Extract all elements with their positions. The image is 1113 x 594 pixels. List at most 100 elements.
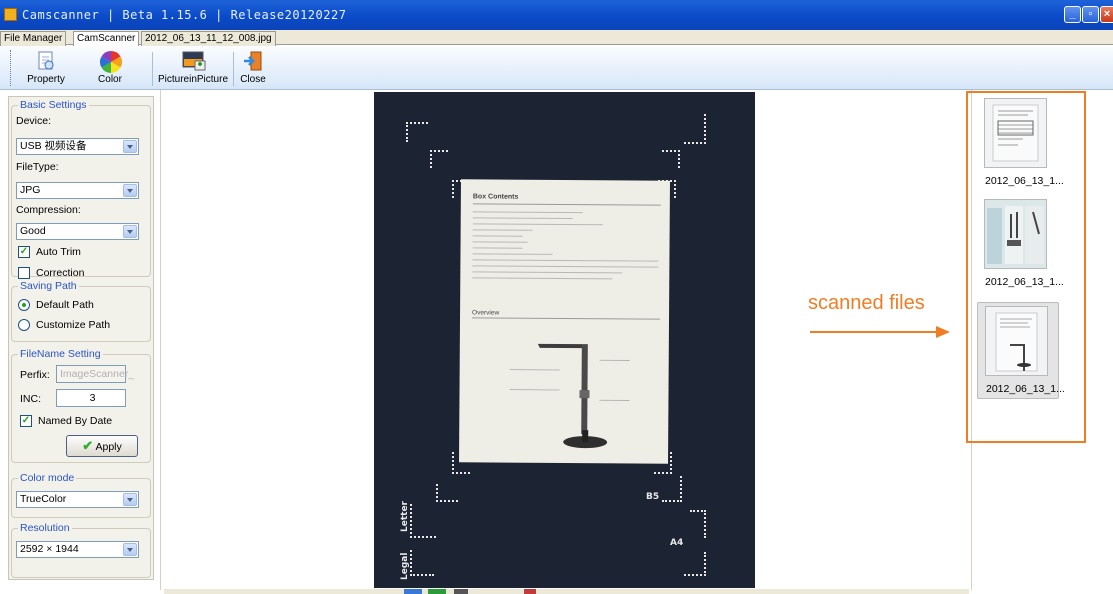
device-select[interactable]: USB 视频设备 — [16, 138, 139, 155]
document-text-line — [472, 277, 613, 280]
document-text-line — [472, 253, 553, 255]
rotate-icon[interactable] — [428, 589, 446, 594]
toolbar-separator — [233, 52, 234, 86]
b5-size-label: B5 — [646, 492, 660, 502]
crop-guide-mark — [430, 150, 448, 168]
apply-label: Apply — [95, 441, 122, 453]
chevron-down-icon[interactable] — [123, 140, 137, 153]
resolution-group: Resolution 2592 × 1944 — [11, 522, 151, 578]
basic-settings-title: Basic Settings — [18, 99, 89, 111]
filetype-select[interactable]: JPG — [16, 182, 139, 199]
crop-guide-mark — [436, 484, 458, 502]
property-button[interactable]: Property — [22, 48, 70, 85]
inc-input[interactable]: 3 — [56, 389, 126, 407]
window-title: Camscanner | Beta 1.15.6 | Release201202… — [22, 8, 347, 22]
color-mode-select[interactable]: TrueColor — [16, 491, 139, 508]
close-label: Close — [240, 74, 266, 85]
picture-in-picture-label: PictureinPicture — [157, 74, 229, 85]
tab-image-file[interactable]: 2012_06_13_11_12_008.jpg — [141, 31, 276, 46]
filename-setting-title: FileName Setting — [18, 348, 103, 360]
crop-guide-mark — [690, 510, 706, 538]
compression-select[interactable]: Good — [16, 223, 139, 240]
scanned-document: Box Contents Overview — [459, 179, 670, 464]
property-icon — [35, 50, 57, 72]
document-text-line — [472, 265, 659, 268]
chevron-down-icon[interactable] — [123, 493, 137, 506]
named-by-date-label: Named By Date — [38, 415, 113, 427]
saving-path-group: Saving Path Default Path Customize Path — [11, 280, 151, 342]
compression-label: Compression: — [16, 204, 81, 216]
correction-checkbox[interactable] — [18, 267, 30, 279]
color-button[interactable]: Color — [90, 48, 130, 85]
chevron-down-icon[interactable] — [123, 225, 137, 238]
default-path-radio[interactable] — [18, 299, 30, 311]
close-window-button[interactable]: × — [1100, 6, 1113, 23]
filetype-label: FileType: — [16, 161, 59, 173]
basic-settings-group: Basic Settings Device: USB 视频设备 FileType… — [11, 99, 151, 279]
document-rule — [472, 203, 661, 206]
default-path-label: Default Path — [36, 299, 94, 311]
document-text-line — [472, 259, 659, 262]
color-mode-title: Color mode — [18, 472, 77, 484]
letter-size-label: Letter — [400, 501, 410, 532]
crop-guide-mark — [662, 476, 682, 502]
crop-guide-mark — [684, 552, 706, 576]
scanned-files-annotation: scanned files — [808, 292, 925, 314]
checkmark-icon: ✔ — [82, 438, 94, 453]
document-text-line — [472, 247, 523, 249]
picture-in-picture-icon — [182, 50, 206, 72]
resolution-select[interactable]: 2592 × 1944 — [16, 541, 139, 558]
settings-panel: Basic Settings Device: USB 视频设备 FileType… — [8, 96, 154, 580]
document-text-line — [472, 211, 583, 214]
close-button[interactable]: Close — [238, 48, 268, 85]
legal-size-label: Legal — [400, 552, 410, 580]
named-by-date-checkbox[interactable]: ✓ — [20, 415, 32, 427]
auto-trim-label: Auto Trim — [36, 246, 81, 258]
scanned-files-highlight — [966, 91, 1086, 443]
arrow-right-icon — [810, 326, 950, 338]
customize-path-label: Customize Path — [36, 319, 111, 331]
apply-button[interactable]: ✔ Apply — [66, 435, 138, 457]
compression-select-value: Good — [20, 225, 46, 237]
document-text-line — [472, 223, 603, 226]
customize-path-radio[interactable] — [18, 319, 30, 331]
chevron-down-icon[interactable] — [123, 184, 137, 197]
crop-guide-mark — [684, 114, 706, 144]
minimize-button[interactable]: _ — [1064, 6, 1081, 23]
scanner-illustration — [509, 343, 630, 449]
tab-camscanner[interactable]: CamScanner — [73, 31, 140, 46]
crop-guide-mark — [662, 150, 680, 168]
camera-preview[interactable]: Letter Legal B5 A4 Box Contents Overview — [374, 92, 755, 588]
toolbar-separator — [152, 52, 153, 86]
document-text-line — [472, 241, 528, 243]
prefix-input[interactable]: ImageScanner_ — [56, 365, 134, 383]
chevron-down-icon[interactable] — [123, 543, 137, 556]
document-text-line — [472, 271, 623, 274]
toolbar: Property Color PictureinPicture Close — [0, 46, 1113, 90]
color-mode-select-value: TrueColor — [20, 493, 67, 505]
maximize-button[interactable]: ▫ — [1082, 6, 1099, 23]
color-mode-group: Color mode TrueColor — [11, 472, 151, 518]
inc-label: INC: — [20, 393, 41, 405]
status-strip — [164, 589, 969, 594]
prefix-label: Perfix: — [20, 369, 50, 381]
color-wheel-icon — [99, 50, 122, 73]
resolution-select-value: 2592 × 1944 — [20, 543, 79, 555]
document-text-line — [472, 235, 523, 237]
a4-size-label: A4 — [670, 538, 684, 548]
zoom-fit-icon[interactable] — [404, 589, 422, 594]
auto-trim-checkbox[interactable]: ✓ — [18, 246, 30, 258]
app-icon — [4, 8, 17, 21]
tab-bar: File Manager CamScanner 2012_06_13_11_12… — [0, 30, 1113, 46]
record-icon[interactable] — [524, 589, 536, 594]
filename-setting-group: FileName Setting Perfix: ImageScanner_ I… — [11, 348, 151, 463]
tab-file-manager[interactable]: File Manager — [0, 31, 67, 46]
color-label: Color — [98, 74, 122, 85]
toolbar-grip — [10, 50, 12, 86]
crop-guide-mark — [410, 550, 434, 576]
picture-in-picture-button[interactable]: PictureinPicture — [156, 48, 230, 85]
crop-icon[interactable] — [454, 589, 468, 594]
document-rule — [472, 317, 661, 320]
title-bar: Camscanner | Beta 1.15.6 | Release201202… — [0, 0, 1113, 30]
device-select-value: USB 视频设备 — [20, 140, 87, 152]
